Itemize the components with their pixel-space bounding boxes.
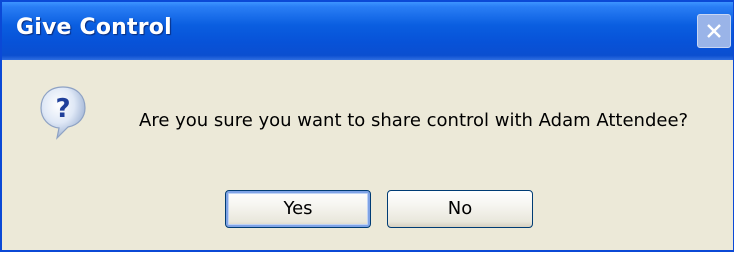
dialog-title: Give Control <box>16 15 172 40</box>
confirmation-message: Are you sure you want to share control w… <box>139 110 689 131</box>
close-button[interactable] <box>697 14 731 48</box>
no-button[interactable]: No <box>387 190 533 228</box>
svg-text:?: ? <box>55 94 70 124</box>
yes-button[interactable]: Yes <box>225 190 371 228</box>
close-icon <box>707 24 721 38</box>
question-icon: ? <box>40 86 86 140</box>
give-control-dialog: Give Control ? Are you sure you want to … <box>0 0 734 252</box>
dialog-body: ? Are you sure you want to share control… <box>2 60 733 250</box>
title-bar[interactable]: Give Control <box>2 2 733 60</box>
